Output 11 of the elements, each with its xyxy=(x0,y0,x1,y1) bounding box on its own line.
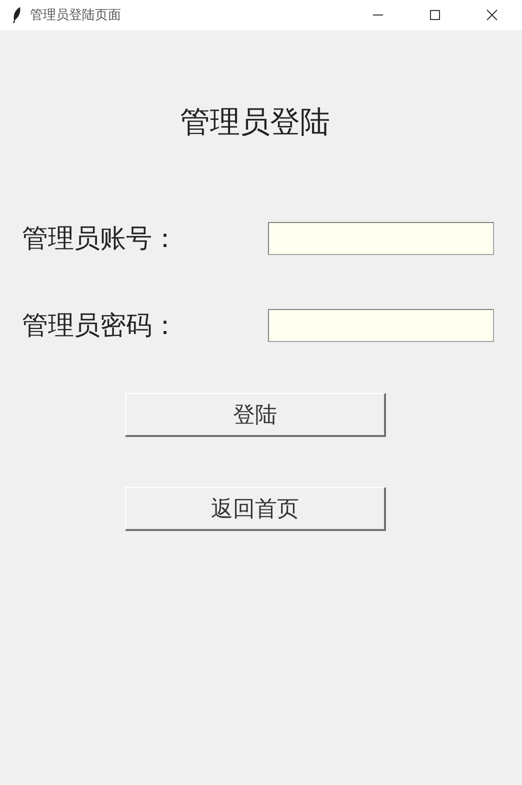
window-title: 管理员登陆页面 xyxy=(30,7,121,24)
close-icon[interactable] xyxy=(486,9,498,21)
field-label: 管理员密码： xyxy=(22,310,178,342)
input-field[interactable] xyxy=(268,222,494,255)
input-field[interactable] xyxy=(268,309,494,342)
feather-icon xyxy=(12,7,22,23)
field-label: 管理员账号： xyxy=(22,223,178,255)
action-button[interactable]: 返回首页 xyxy=(125,487,386,531)
maximize-icon[interactable] xyxy=(429,9,441,21)
page-heading: 管理员登陆 xyxy=(179,105,331,141)
action-button[interactable]: 登陆 xyxy=(125,393,386,437)
